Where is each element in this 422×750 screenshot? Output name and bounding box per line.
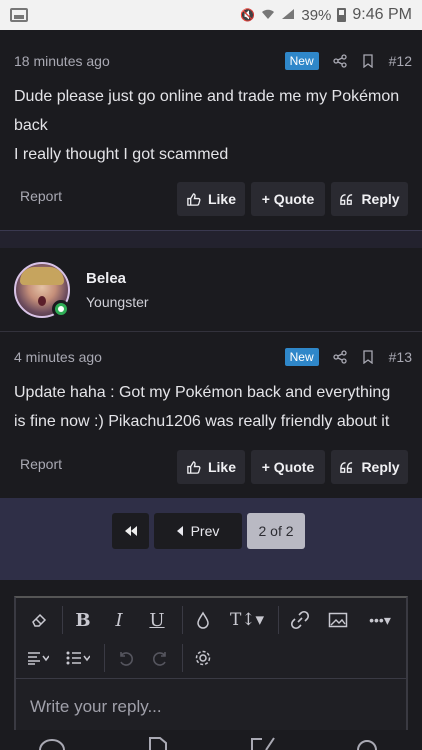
bold-icon[interactable]: B <box>66 602 100 638</box>
avatar-mouth <box>38 296 46 306</box>
like-label: Like <box>207 459 236 475</box>
reply-label: Reply <box>361 191 400 207</box>
quote-label: + Quote <box>261 459 315 475</box>
signal-icon <box>281 8 295 23</box>
pagination-bar: Prev 2 of 2 <box>0 498 422 580</box>
reply-textarea[interactable]: Write your reply... <box>16 678 406 736</box>
text-color-icon[interactable] <box>186 602 220 638</box>
double-left-icon <box>124 526 137 536</box>
eraser-icon[interactable] <box>20 602 58 638</box>
post-number[interactable]: #12 <box>389 53 412 69</box>
list-icon[interactable] <box>58 640 98 676</box>
new-badge: New <box>284 348 319 366</box>
post-separator <box>0 230 422 248</box>
document-icon[interactable] <box>148 736 168 750</box>
search-icon[interactable] <box>356 736 378 750</box>
bookmark-icon[interactable] <box>361 54 375 69</box>
mute-icon: 🔇 <box>240 8 256 22</box>
avatar-hair <box>20 267 64 285</box>
online-status-icon <box>52 300 70 318</box>
clock: 9:46 PM <box>352 6 412 23</box>
image-icon[interactable] <box>320 602 356 638</box>
quote-button[interactable]: + Quote <box>251 182 325 216</box>
post-number[interactable]: #13 <box>389 349 412 365</box>
font-size-icon[interactable]: T↕▾ <box>224 602 270 638</box>
link-icon[interactable] <box>282 602 318 638</box>
reply-label: Reply <box>361 459 400 475</box>
post-line: Dude please just go online and trade me … <box>14 88 400 105</box>
toolbar-divider <box>182 606 183 634</box>
wifi-icon <box>261 8 275 23</box>
post-body: Dude please just go online and trade me … <box>14 82 408 169</box>
post-meta: 4 minutes ago New #13 <box>14 348 412 366</box>
post-line: back <box>14 117 48 134</box>
more-options-icon[interactable]: •••▾ <box>358 602 402 638</box>
user-card: Belea Youngster <box>0 248 422 332</box>
thumbs-up-icon <box>187 192 201 206</box>
like-label: Like <box>207 191 236 207</box>
like-button[interactable]: Like <box>177 182 245 216</box>
quote-marks-icon <box>340 461 353 473</box>
report-link[interactable]: Report <box>20 188 62 204</box>
toolbar-row-2 <box>16 640 406 676</box>
align-icon[interactable] <box>20 640 56 676</box>
toolbar-row-1: B I U T↕▾ •••▾ <box>16 602 406 638</box>
reply-button[interactable]: Reply <box>331 450 408 484</box>
prev-label: Prev <box>190 523 220 539</box>
battery-icon <box>337 8 347 22</box>
quote-label: + Quote <box>261 191 315 207</box>
post-line: Update haha : Got my Pokémon back and ev… <box>14 384 391 401</box>
underline-icon[interactable]: U <box>140 602 174 638</box>
prev-page-button[interactable]: Prev <box>154 513 242 549</box>
toolbar-divider <box>182 644 183 672</box>
quote-button[interactable]: + Quote <box>251 450 325 484</box>
status-right: 🔇 39% 9:46 PM <box>240 6 412 24</box>
like-button[interactable]: Like <box>177 450 245 484</box>
reply-placeholder: Write your reply... <box>30 697 162 716</box>
quote-marks-icon <box>340 193 353 205</box>
redo-icon[interactable] <box>144 640 178 676</box>
italic-icon[interactable]: I <box>102 602 136 638</box>
reply-editor: B I U T↕▾ •••▾ Write your reply... <box>14 596 408 736</box>
toolbar-divider <box>62 606 63 634</box>
post-13: 4 minutes ago New #13 Update haha : Got … <box>0 332 422 498</box>
gallery-icon <box>10 8 28 22</box>
reply-button[interactable]: Reply <box>331 182 408 216</box>
thumbs-up-icon <box>187 460 201 474</box>
share-icon[interactable] <box>332 54 347 68</box>
chat-bubble-icon[interactable] <box>38 736 66 750</box>
reply-editor-area: B I U T↕▾ •••▾ Write your reply... <box>0 580 422 736</box>
new-badge: New <box>284 52 319 70</box>
share-icon[interactable] <box>332 350 347 364</box>
post-time[interactable]: 4 minutes ago <box>14 349 102 365</box>
undo-icon[interactable] <box>108 640 142 676</box>
status-bar: 🔇 39% 9:46 PM <box>0 0 422 30</box>
post-meta: 18 minutes ago New #12 <box>14 52 412 70</box>
first-page-button[interactable] <box>112 513 149 549</box>
post-body: Update haha : Got my Pokémon back and ev… <box>14 378 408 436</box>
toolbar-divider <box>104 644 105 672</box>
post-line: is fine now :) Pikachu1206 was really fr… <box>14 413 390 430</box>
bookmark-icon[interactable] <box>361 350 375 365</box>
battery-percent: 39% <box>301 6 332 24</box>
report-link[interactable]: Report <box>20 456 62 472</box>
caret-left-icon <box>176 526 183 536</box>
edit-icon[interactable] <box>250 736 276 750</box>
current-page-indicator[interactable]: 2 of 2 <box>247 513 305 549</box>
post-12: 18 minutes ago New #12 Dude please just … <box>0 30 422 230</box>
username[interactable]: Belea <box>86 270 126 287</box>
user-title: Youngster <box>86 294 149 310</box>
toolbar-divider <box>278 606 279 634</box>
post-line: I really thought I got scammed <box>14 146 229 163</box>
post-time[interactable]: 18 minutes ago <box>14 53 110 69</box>
bottom-nav <box>0 730 422 750</box>
gear-icon[interactable] <box>186 640 220 676</box>
